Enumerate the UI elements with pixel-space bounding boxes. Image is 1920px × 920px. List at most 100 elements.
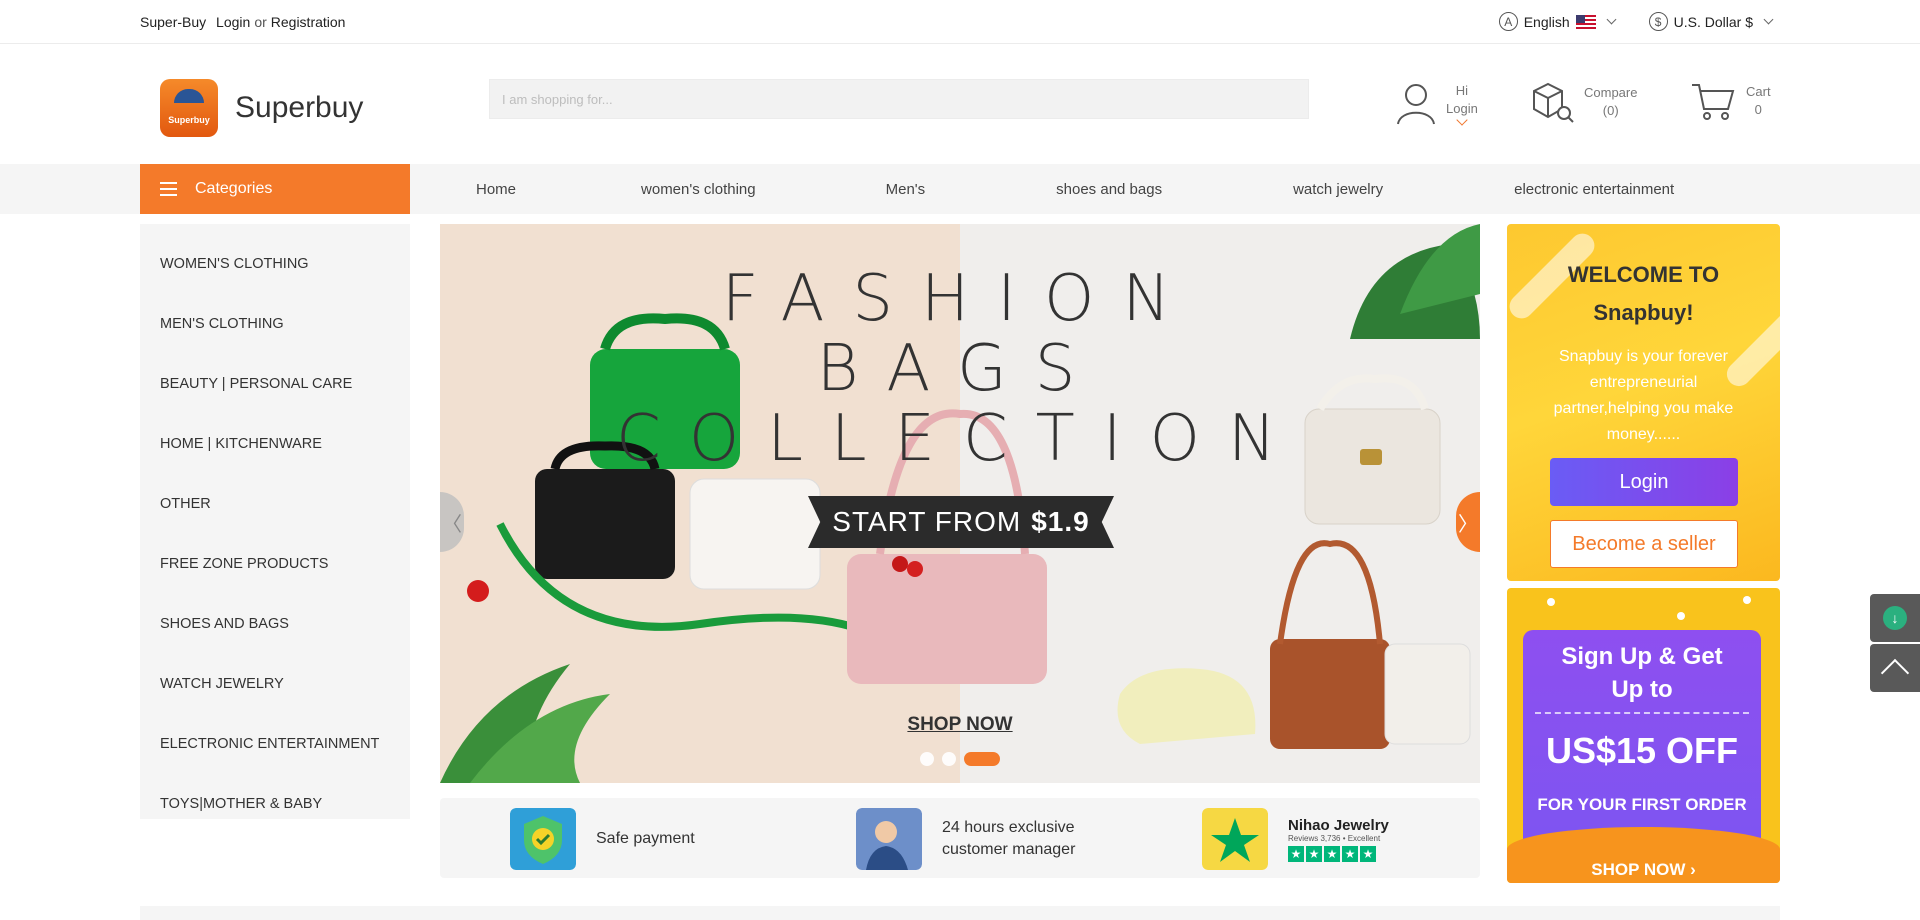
compare-count: (0): [1602, 103, 1619, 118]
start-from-text: START FROM: [832, 506, 1022, 537]
logo-dome-icon: [174, 89, 204, 103]
promo-line-2: Up to: [1611, 676, 1673, 703]
trustpilot-star-icon: [1202, 808, 1268, 870]
welcome-login-button[interactable]: Login: [1550, 458, 1738, 506]
language-icon: A: [1498, 12, 1518, 31]
trustpilot-name: Nihao Jewelry: [1288, 816, 1389, 834]
welcome-title-line-1: WELCOME TO: [1567, 262, 1720, 287]
logo-text: Superbuy: [168, 115, 210, 125]
star-icon: ★: [1342, 845, 1358, 862]
sidebar-item-mens-clothing[interactable]: MEN'S CLOTHING: [140, 294, 410, 354]
user-menu[interactable]: Hi Login: [1396, 81, 1478, 126]
banner-shop-now-link[interactable]: SHOP NOW: [440, 714, 1480, 736]
promo-line-3: FOR YOUR FIRST ORDER: [1537, 795, 1747, 814]
category-sidebar: WOMEN'S CLOTHING MEN'S CLOTHING BEAUTY |…: [140, 224, 410, 819]
cart-button[interactable]: Cart 0: [1690, 81, 1771, 121]
sidebar-item-toys[interactable]: TOYS|MOTHER & BABY: [140, 774, 410, 834]
sidebar-item-free-zone[interactable]: FREE ZONE PRODUCTS: [140, 534, 410, 594]
download-app-button[interactable]: ↓: [1870, 594, 1920, 642]
hero-banner[interactable]: FASHION BAGS COLLECTION START FROM $1.9 …: [440, 224, 1480, 783]
sidebar-item-home[interactable]: HOME | KITCHENWARE: [140, 414, 410, 474]
categories-label: Categories: [195, 180, 273, 197]
search-input[interactable]: [489, 79, 1309, 119]
banner-dot-1[interactable]: [920, 752, 934, 766]
signup-promo-banner[interactable]: Sign Up & Get Up to US$15 OFF FOR YOUR F…: [1507, 588, 1780, 883]
sidebar-item-other[interactable]: OTHER: [140, 474, 410, 534]
top-bar-left: Super-Buy Login or Registration: [140, 14, 351, 30]
dollar-icon: $: [1648, 12, 1668, 31]
nav-link-watch-jewelry[interactable]: watch jewelry: [1293, 181, 1383, 198]
features-strip: Safe payment 24 hours exclusive customer…: [440, 798, 1480, 878]
nav-link-mens[interactable]: Men's: [886, 181, 926, 198]
cart-label: Cart: [1746, 84, 1771, 99]
customer-service-icon: [856, 808, 922, 870]
sidebar-item-shoes-and-bags[interactable]: SHOES AND BAGS: [140, 594, 410, 654]
login-link[interactable]: Login: [216, 14, 250, 30]
trustpilot-reviews: Reviews 3,736 • Excellent: [1288, 833, 1381, 843]
feature-customer-manager: 24 hours exclusive customer manager: [856, 808, 1075, 870]
back-to-top-button[interactable]: [1870, 644, 1920, 692]
sparkle-dot: [1547, 598, 1555, 606]
bottom-section-edge: [140, 906, 1780, 920]
nav-link-electronic-entertainment[interactable]: electronic entertainment: [1514, 181, 1674, 198]
cart-count: 0: [1754, 102, 1762, 117]
language-label: English: [1523, 13, 1570, 30]
registration-link[interactable]: Registration: [271, 14, 346, 30]
sidebar-item-womens-clothing[interactable]: WOMEN'S CLOTHING: [140, 234, 410, 294]
price-ribbon: START FROM $1.9: [808, 496, 1114, 548]
manager-line-1: 24 hours exclusive: [942, 819, 1075, 836]
currency-selector[interactable]: $ U.S. Dollar $: [1648, 12, 1774, 31]
promo-dashed-divider: [1535, 712, 1749, 714]
nav-link-womens-clothing[interactable]: women's clothing: [641, 181, 756, 198]
chevron-down-icon: [1763, 14, 1774, 25]
or-text: or: [254, 14, 267, 30]
trustpilot-stars: ★ ★ ★ ★ ★: [1288, 845, 1389, 862]
currency-label: U.S. Dollar $: [1673, 13, 1753, 30]
chevron-down-icon: [1606, 14, 1617, 25]
welcome-title-line-2: Snapbuy!: [1593, 300, 1694, 325]
hamburger-icon: [160, 182, 177, 196]
top-bar: Super-Buy Login or Registration A English …: [0, 0, 1920, 44]
compare-icon: [1533, 82, 1574, 123]
brand-name[interactable]: Superbuy: [235, 91, 363, 125]
banner-title-line-2: BAGS: [816, 332, 1104, 406]
start-price: $1.9: [1031, 506, 1090, 537]
star-icon: ★: [1288, 845, 1304, 862]
promo-shop-now-link[interactable]: SHOP NOW ›: [1507, 860, 1780, 880]
become-seller-button[interactable]: Become a seller: [1550, 520, 1738, 568]
star-icon: ★: [1324, 845, 1340, 862]
back-to-top-icon: [1880, 658, 1910, 688]
sidebar-item-beauty[interactable]: BEAUTY | PERSONAL CARE: [140, 354, 410, 414]
sidebar-item-electronic-entertainment[interactable]: ELECTRONIC ENTERTAINMENT: [140, 714, 410, 774]
banner-dot-3[interactable]: [964, 752, 1000, 766]
promo-line-1: Sign Up & Get: [1561, 643, 1723, 670]
us-flag-icon: [1575, 14, 1596, 29]
header: Superbuy Superbuy Hi Login Compare (0): [0, 45, 1920, 163]
nav-links: Home women's clothing Men's shoes and ba…: [410, 164, 1674, 214]
star-icon: ★: [1306, 845, 1322, 862]
star-icon: ★: [1360, 845, 1376, 862]
logo[interactable]: Superbuy: [160, 79, 218, 137]
promo-amount: US$15 OFF: [1545, 730, 1739, 771]
sidebar-item-watch-jewelry[interactable]: WATCH JEWELRY: [140, 654, 410, 714]
floating-side-widget: ↓: [1870, 594, 1920, 694]
user-hi: Hi: [1455, 83, 1469, 98]
feature-trustpilot[interactable]: Nihao Jewelry Reviews 3,736 • Excellent …: [1202, 808, 1389, 870]
banner-title-line-3: COLLECTION: [616, 402, 1304, 476]
site-name[interactable]: Super-Buy: [140, 14, 206, 30]
welcome-description: Snapbuy is your forever entrepreneurial …: [1553, 348, 1734, 443]
welcome-panel: WELCOME TO Snapbuy! Snapbuy is your fore…: [1507, 224, 1780, 581]
compare-button[interactable]: Compare (0): [1530, 81, 1637, 123]
sparkle-dot: [1743, 596, 1751, 604]
nav-link-shoes-and-bags[interactable]: shoes and bags: [1056, 181, 1162, 198]
banner-title-line-1: FASHION: [721, 262, 1199, 336]
manager-line-2: customer manager: [942, 841, 1076, 858]
banner-dot-2[interactable]: [942, 752, 956, 766]
feature-safe-payment: Safe payment: [510, 808, 695, 870]
shield-check-icon: [510, 808, 576, 870]
categories-button[interactable]: Categories: [140, 164, 410, 214]
language-selector[interactable]: A English: [1498, 12, 1617, 31]
safe-payment-label: Safe payment: [596, 830, 695, 847]
sparkle-dot: [1677, 612, 1685, 620]
nav-link-home[interactable]: Home: [476, 181, 516, 198]
